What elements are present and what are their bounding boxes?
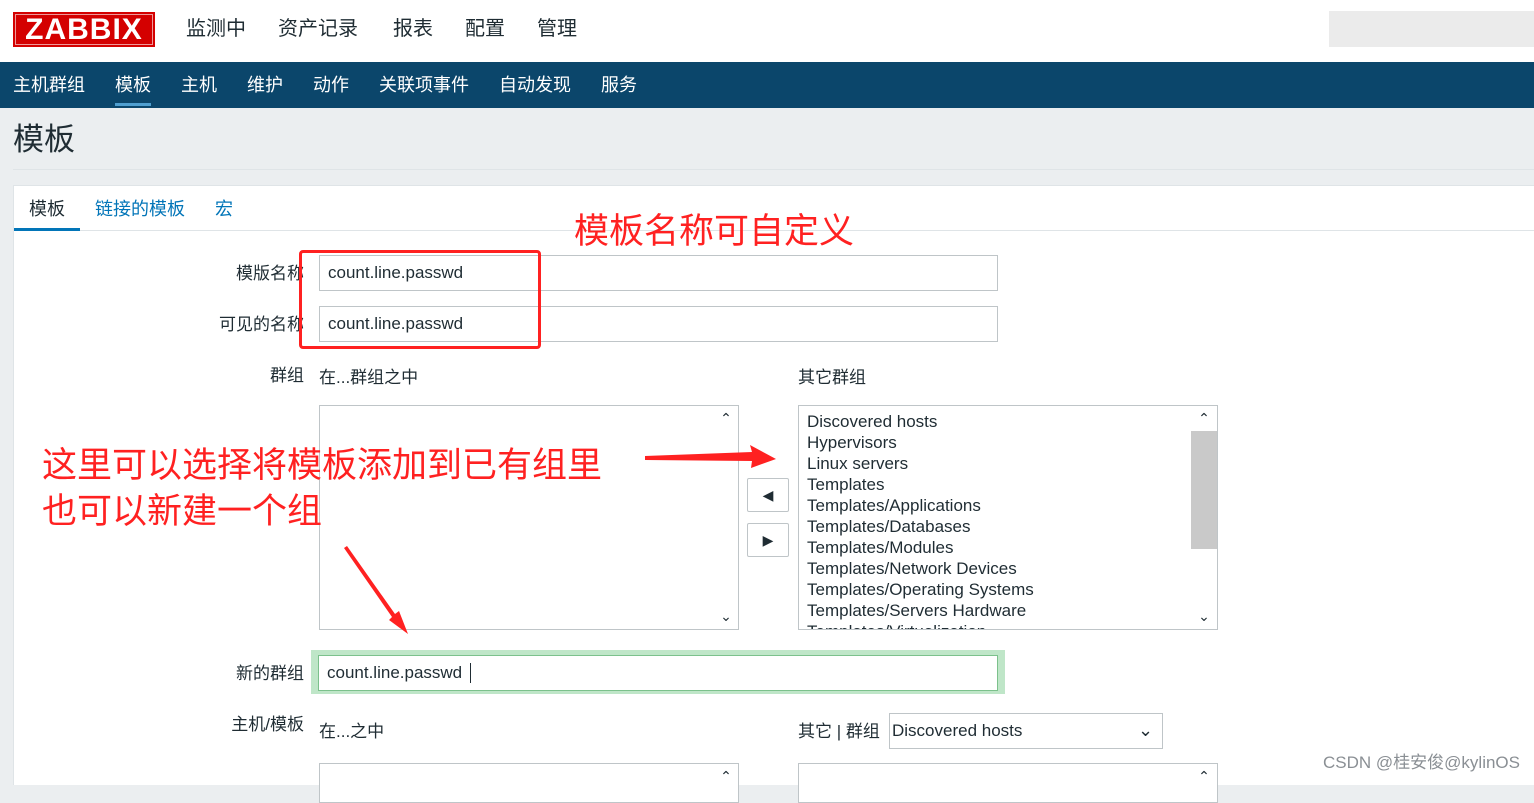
annotation-arrow-down	[344, 546, 408, 634]
annotation-arrows	[344, 445, 776, 634]
annotation-arrow-right	[645, 445, 776, 468]
watermark: CSDN @桂安俊@kylinOS	[1323, 753, 1520, 772]
